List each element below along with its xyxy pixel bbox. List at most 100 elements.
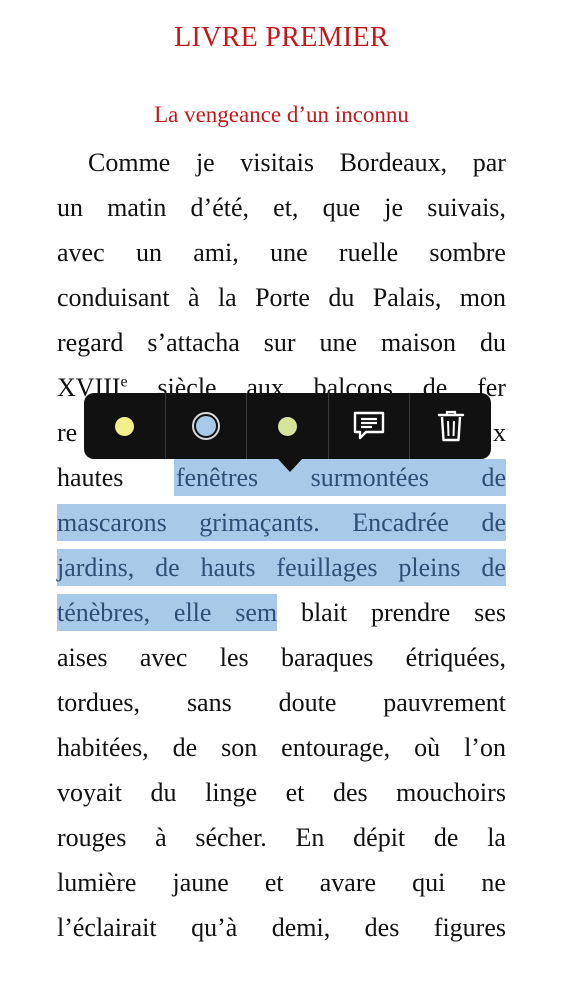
word: avec (57, 238, 105, 267)
text-line: ténèbres, elle sem blait prendre ses (57, 590, 506, 635)
word: qui (412, 868, 446, 897)
text-line: aises avec les baraques étriquées, (57, 635, 506, 680)
word: et (264, 868, 284, 897)
word: Porte (255, 283, 310, 312)
word: du (480, 328, 506, 357)
text-line: conduisant à la Porte du Palais, mon (57, 275, 506, 320)
delete-highlight-button[interactable] (410, 393, 491, 459)
word: des (364, 913, 400, 942)
word: aises (57, 643, 108, 672)
word: la (487, 823, 506, 852)
word: son (221, 733, 258, 762)
word: lumière (57, 868, 137, 897)
word: blait (300, 598, 348, 627)
word: et (285, 778, 305, 807)
text-line: mascarons grimaçants. Encadrée de (57, 500, 506, 545)
text-line: tordues, sans doute pauvrement (57, 680, 506, 725)
chapter-title: LIVRE PREMIER (174, 22, 389, 53)
word: une (270, 238, 308, 267)
blue-dot-selected-icon (191, 412, 220, 440)
word: maison (380, 328, 457, 357)
word: l’éclairait (57, 913, 157, 942)
highlight-toolbar (84, 393, 491, 472)
word: jardins, (57, 553, 135, 582)
add-note-button[interactable] (329, 393, 411, 459)
word: linge (205, 778, 258, 807)
word: feuillages (276, 553, 378, 582)
word: regard (57, 328, 124, 357)
highlight-green-button[interactable] (247, 393, 329, 459)
word: la (217, 283, 237, 312)
word: à (155, 823, 167, 852)
word: de (481, 463, 506, 492)
green-dot-icon (277, 416, 297, 436)
word: grimaçants. (199, 508, 320, 537)
word: du (328, 283, 355, 312)
text-line: jardins, de hauts feuillages pleins de (57, 545, 506, 590)
text-line: rouges à sécher. En dépit de la (57, 815, 506, 860)
word: matin (107, 193, 167, 222)
word: sans (186, 688, 232, 717)
word: Comme (88, 148, 171, 177)
text-line: regard s’attacha sur une maison du (57, 320, 506, 365)
word: un (135, 238, 162, 267)
word: sombre (429, 238, 506, 267)
word: une (319, 328, 357, 357)
word: par (472, 148, 506, 177)
word: je (384, 193, 404, 222)
word: conduisant (57, 283, 170, 312)
word: re (57, 418, 78, 447)
word: sem (235, 598, 278, 627)
highlight-blue-button[interactable] (166, 393, 248, 459)
word: ne (481, 868, 506, 897)
word: suivais, (427, 193, 506, 222)
word: elle (173, 598, 212, 627)
word: de (172, 733, 198, 762)
superscript: e (120, 373, 128, 391)
word: doute (278, 688, 337, 717)
word: habitées, (57, 733, 149, 762)
word: dépit (353, 823, 406, 852)
word: En (295, 823, 325, 852)
word: pleins (398, 553, 461, 582)
word: fenêtres (175, 463, 259, 492)
word: des (332, 778, 368, 807)
word: Palais, (372, 283, 442, 312)
word: ami, (193, 238, 239, 267)
word: surmontées (310, 463, 429, 492)
word: voyait (57, 778, 122, 807)
yellow-dot-icon (114, 416, 134, 436)
word: à (188, 283, 200, 312)
word: sur (263, 328, 296, 357)
word: avec (139, 643, 188, 672)
text-line: voyait du linge et des mouchoirs (57, 770, 506, 815)
word: mouchoirs (396, 778, 506, 807)
word: un (57, 193, 83, 222)
word: entourage, (281, 733, 391, 762)
word: visitais (240, 148, 314, 177)
word: les (219, 643, 249, 672)
word: de (155, 553, 180, 582)
word: x (493, 418, 506, 447)
word: que (322, 193, 361, 222)
word: Bordeaux, (339, 148, 448, 177)
highlight-yellow-button[interactable] (84, 393, 166, 459)
word: Encadrée (352, 508, 449, 537)
word: baraques (280, 643, 374, 672)
word: sécher. (195, 823, 267, 852)
word: jaune (172, 868, 229, 897)
word: prendre (370, 598, 451, 627)
word: mon (459, 283, 506, 312)
word: figures (433, 913, 506, 942)
book-text[interactable]: Comme je visitais Bordeaux, par un matin d’été,… (57, 140, 506, 950)
word: et, (273, 193, 299, 222)
word: de (433, 823, 459, 852)
text-line: un matin d’été, et, que je suivais, (57, 185, 506, 230)
word: hauts (200, 553, 256, 582)
trash-icon (437, 410, 464, 442)
note-icon (353, 411, 385, 440)
word: tordues, (57, 688, 141, 717)
chapter-subtitle: La vengeance d’un inconnu (154, 102, 409, 127)
word: qu’à (191, 913, 238, 942)
word: rouges (57, 823, 127, 852)
